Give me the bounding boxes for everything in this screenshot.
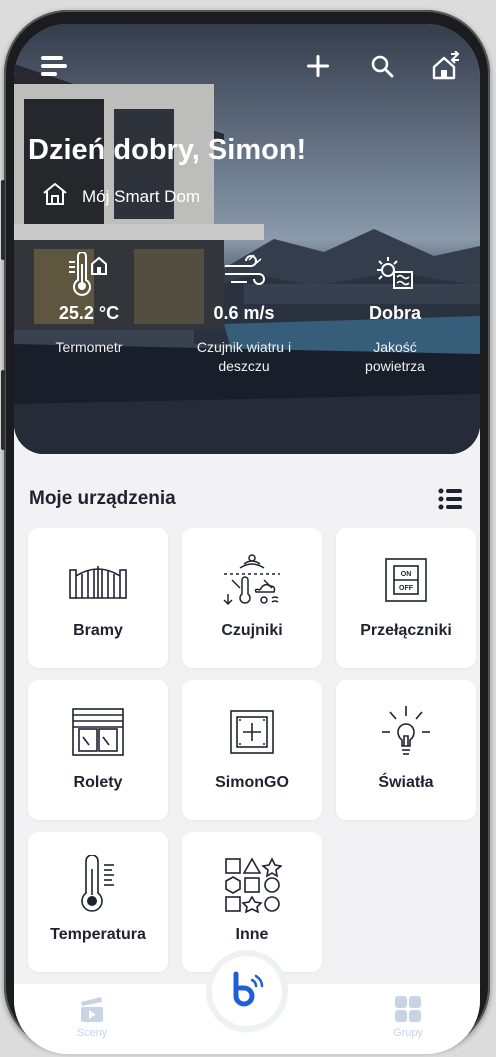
simongo-icon (182, 702, 322, 762)
switch-off-text: OFF (399, 585, 414, 592)
stat-value: 0.6 m/s (213, 303, 275, 323)
home-name: Mój Smart Dom (82, 186, 201, 206)
tile-label: Przełączniki (360, 622, 452, 639)
device-tile-blinds[interactable]: Rolety (28, 680, 168, 820)
tile-label: Bramy (73, 622, 123, 639)
wind-icon (169, 249, 319, 299)
stat-value: 25.2 °C (58, 303, 120, 323)
switch-on-text: ON (401, 571, 412, 578)
section-title: Moje urządzenia (29, 488, 176, 509)
list-view-icon[interactable] (438, 488, 462, 515)
hero-banner: Dzień dobry, Simon! Mój Smart Dom 25.2 °… (14, 24, 480, 454)
add-icon[interactable] (304, 52, 332, 80)
blinds-icon (28, 702, 168, 762)
nav-label: Sceny (76, 1027, 108, 1039)
shapes-icon (182, 854, 322, 914)
tile-label: Temperatura (50, 926, 146, 943)
simon-logo-icon (228, 970, 266, 1013)
stat-air-quality[interactable]: Dobra Jakość powietrza (320, 249, 470, 376)
stat-wind-sensor[interactable]: 0.6 m/s Czujnik wiatru i deszczu (169, 249, 319, 376)
home-icon (42, 182, 68, 211)
volume-down-button (1, 370, 5, 450)
device-tile-gates[interactable]: Bramy (28, 528, 168, 668)
tile-label: Światła (378, 774, 434, 791)
nav-scenes[interactable]: Sceny (52, 994, 132, 1039)
nav-groups[interactable]: Grupy (368, 994, 448, 1039)
stat-label: Termometr (55, 339, 123, 355)
menu-icon[interactable] (40, 52, 68, 80)
greeting-title: Dzień dobry, Simon! (28, 134, 307, 166)
volume-up-button (1, 180, 5, 260)
scenes-icon (52, 994, 132, 1027)
switch-icon: ON OFF (336, 550, 476, 610)
thermometer-icon (14, 249, 164, 299)
stat-label: Jakość powietrza (365, 339, 425, 374)
switch-home-icon[interactable] (430, 50, 462, 82)
device-tile-temperature[interactable]: Temperatura (28, 832, 168, 972)
home-selector[interactable]: Mój Smart Dom (42, 182, 200, 211)
device-tile-simongo[interactable]: SimonGO (182, 680, 322, 820)
device-tile-lights[interactable]: Światła (336, 680, 476, 820)
device-tile-sensors[interactable]: Czujniki (182, 528, 322, 668)
groups-icon (368, 994, 448, 1027)
search-icon[interactable] (368, 52, 396, 80)
sensors-icon (182, 550, 322, 610)
tile-label: SimonGO (215, 774, 289, 791)
light-bulb-icon (336, 702, 476, 762)
app-screen: Dzień dobry, Simon! Mój Smart Dom 25.2 °… (14, 24, 480, 1054)
phone-frame: Dzień dobry, Simon! Mój Smart Dom 25.2 °… (1, 10, 490, 1054)
temperature-icon (28, 854, 168, 914)
nav-label: Grupy (393, 1027, 423, 1039)
device-tile-switches[interactable]: ON OFF Przełączniki (336, 528, 476, 668)
stat-label: Czujnik wiatru i deszczu (196, 339, 292, 374)
device-tile-other[interactable]: Inne (182, 832, 322, 972)
top-toolbar (14, 24, 480, 104)
stat-thermometer[interactable]: 25.2 °C Termometr (14, 249, 164, 357)
air-quality-icon (320, 249, 470, 299)
tile-label: Czujniki (221, 622, 283, 639)
stat-value: Dobra (368, 303, 421, 323)
tile-label: Rolety (73, 774, 123, 791)
tile-label: Inne (235, 926, 269, 943)
gate-icon (28, 550, 168, 610)
simon-home-button[interactable] (212, 956, 282, 1026)
